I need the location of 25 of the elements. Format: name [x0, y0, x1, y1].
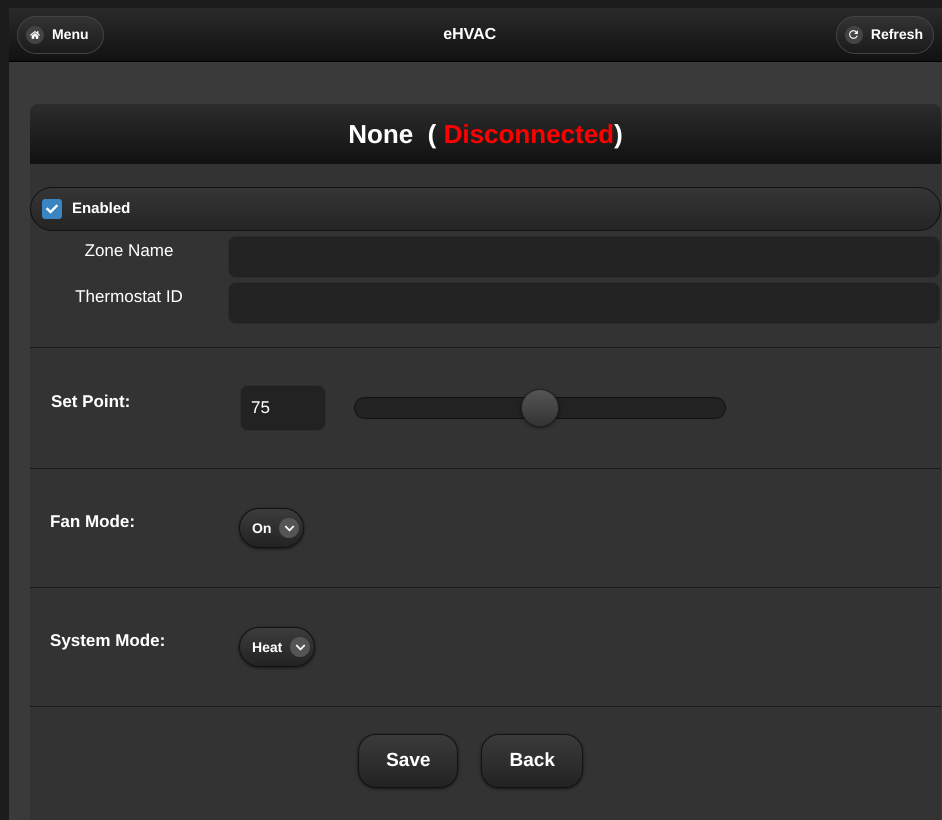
enabled-toggle[interactable]: Enabled — [30, 187, 941, 231]
zone-title: None ( Disconnected) — [348, 118, 623, 150]
field-label: Thermostat ID — [74, 286, 184, 308]
enabled-label: Enabled — [72, 198, 130, 219]
input-field[interactable] — [228, 282, 940, 324]
action-button[interactable]: Back — [481, 734, 583, 788]
menu-button[interactable]: Menu — [17, 16, 104, 54]
input-field[interactable] — [228, 236, 940, 278]
home-icon — [26, 26, 44, 44]
field-label: Zone Name — [84, 240, 174, 262]
set-point-label: Set Point: — [51, 391, 132, 414]
slider-thumb[interactable] — [521, 389, 559, 427]
set-point-field[interactable]: 75 — [240, 385, 326, 431]
dropdown[interactable]: Heat — [239, 627, 316, 667]
app-title: eHVAC — [443, 24, 496, 44]
chevron-down-icon — [279, 518, 300, 538]
refresh-button[interactable]: Refresh — [836, 16, 934, 54]
system-mode-label: System Mode: — [50, 630, 166, 652]
checkbox[interactable] — [42, 199, 62, 219]
action-button[interactable]: Save — [358, 734, 458, 788]
check-icon — [46, 203, 58, 215]
chevron-down-icon — [290, 637, 310, 657]
refresh-icon — [844, 26, 863, 44]
fan-mode-label: Fan Mode: — [50, 511, 136, 534]
dropdown[interactable]: On — [239, 508, 304, 548]
